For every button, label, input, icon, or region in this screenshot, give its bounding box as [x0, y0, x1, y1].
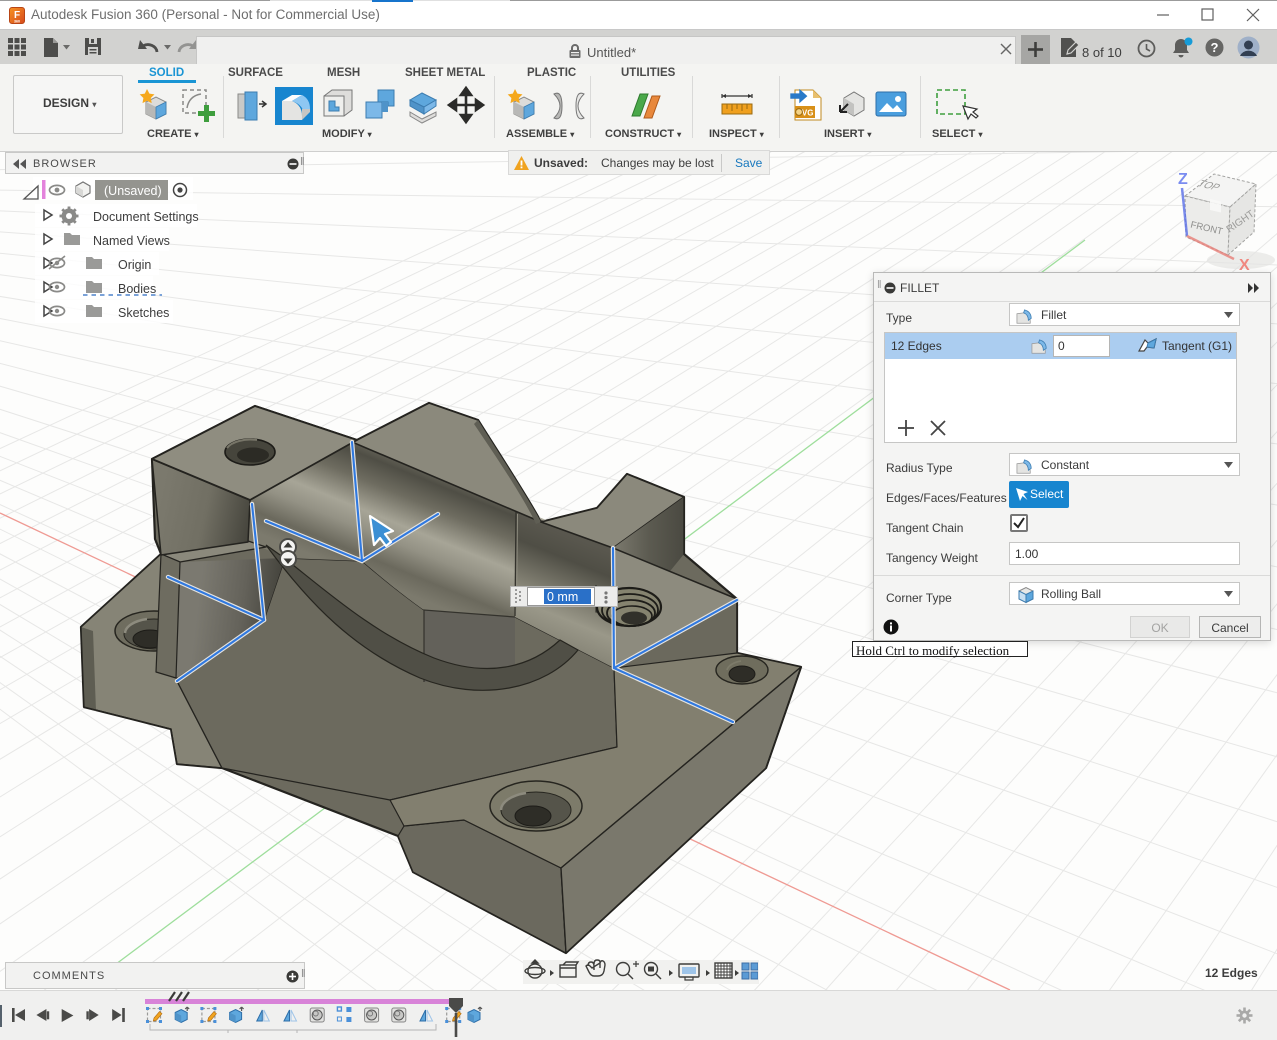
- svg-text:Origin: Origin: [118, 258, 151, 272]
- svg-text:Bodies: Bodies: [118, 282, 156, 296]
- svg-text:Named Views: Named Views: [93, 234, 170, 248]
- svg-text:Sketches: Sketches: [118, 306, 169, 320]
- svg-text:Z: Z: [1178, 171, 1188, 188]
- svg-text:?: ?: [1211, 40, 1219, 55]
- svg-text:Document Settings: Document Settings: [93, 210, 199, 224]
- svg-text:360: 360: [14, 20, 20, 24]
- svg-text:(Unsaved): (Unsaved): [104, 184, 162, 198]
